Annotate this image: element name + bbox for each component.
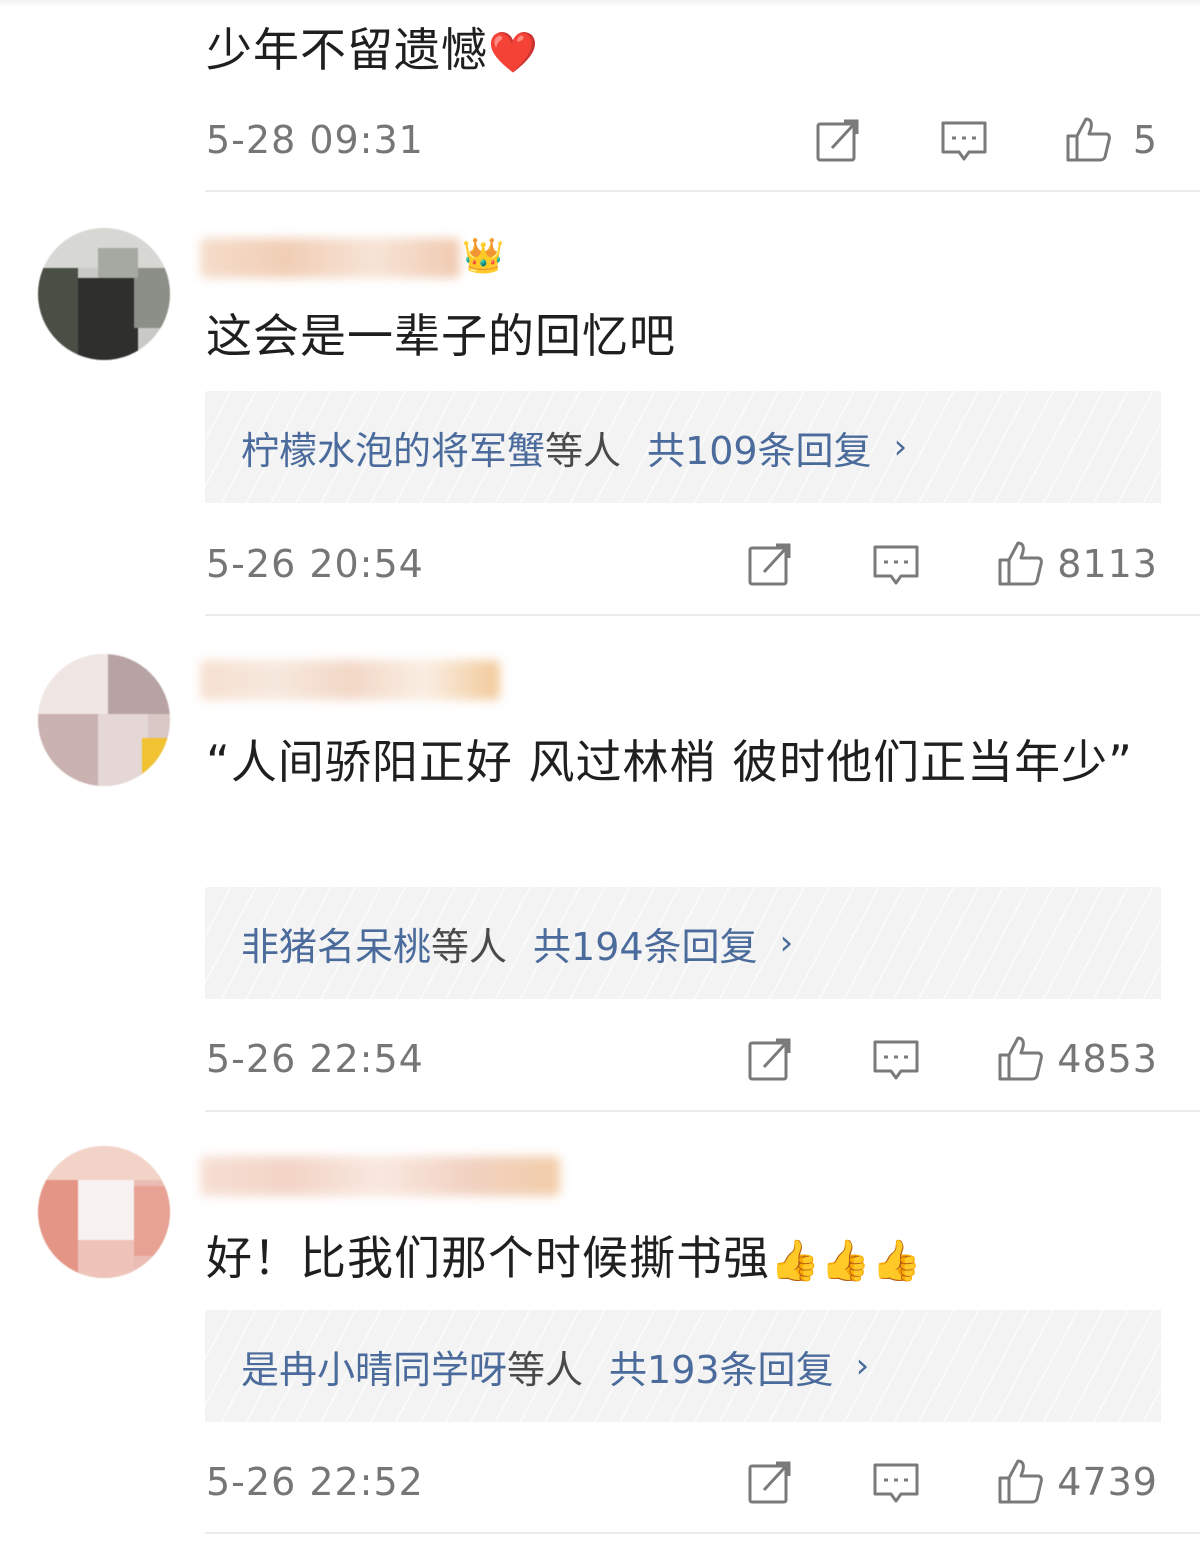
chevron-right-icon: ›	[779, 923, 794, 963]
chevron-right-icon: ›	[855, 1346, 870, 1386]
comment-meta: 5-26 22:52 4739	[206, 1452, 1166, 1512]
reply-user-names[interactable]: 是冉小晴同学呀	[241, 1339, 507, 1394]
avatar[interactable]	[38, 1146, 170, 1278]
comment-text-body: 少年不留遗憾	[206, 23, 488, 77]
like-count: 4739	[1057, 1460, 1158, 1504]
reply-count[interactable]: 共193条回复	[609, 1339, 834, 1394]
divider	[205, 614, 1200, 616]
repost-icon[interactable]	[744, 538, 796, 590]
avatar[interactable]	[38, 654, 170, 786]
like-count: 5	[1132, 118, 1158, 162]
reply-count[interactable]: 共194条回复	[533, 916, 758, 971]
timestamp: 5-28 09:31	[206, 118, 424, 162]
thumbs-up-icon[interactable]	[994, 538, 1046, 590]
comment-icon[interactable]	[870, 538, 922, 590]
reply-user-names[interactable]: 柠檬水泡的将军蟹	[241, 420, 545, 475]
timestamp: 5-26 22:52	[206, 1460, 424, 1504]
reply-suffix: 等人	[507, 1347, 584, 1392]
username-blurred[interactable]	[200, 1156, 560, 1196]
username-blurred[interactable]	[200, 238, 460, 278]
divider	[205, 1110, 1200, 1112]
divider	[205, 190, 1200, 192]
like-count: 8113	[1057, 542, 1158, 586]
repost-icon[interactable]	[744, 1456, 796, 1508]
comment-icon[interactable]	[938, 114, 990, 166]
timestamp: 5-26 22:54	[206, 1037, 424, 1081]
comment-meta: 5-28 09:31 5	[206, 110, 1166, 170]
chevron-right-icon: ›	[893, 427, 908, 467]
thumbs-up-emoji: 👍👍👍	[770, 1238, 923, 1284]
comment-icon[interactable]	[870, 1456, 922, 1508]
thumbs-up-icon[interactable]	[1062, 114, 1114, 166]
comment-icon[interactable]	[870, 1033, 922, 1085]
reply-summary[interactable]: 柠檬水泡的将军蟹 等人 共109条回复 ›	[205, 391, 1161, 503]
heart-emoji: ❤️	[488, 30, 539, 76]
repost-icon[interactable]	[744, 1033, 796, 1085]
like-count: 4853	[1057, 1037, 1158, 1081]
comment-text: 好！比我们那个时候撕书强👍👍👍	[206, 1220, 1146, 1299]
reply-summary[interactable]: 非猪名呆桃 等人 共194条回复 ›	[205, 887, 1161, 999]
comment-meta: 5-26 22:54 4853	[206, 1029, 1166, 1089]
avatar[interactable]	[38, 228, 170, 360]
reply-user-names[interactable]: 非猪名呆桃	[241, 916, 431, 971]
reply-summary[interactable]: 是冉小晴同学呀 等人 共193条回复 ›	[205, 1310, 1161, 1422]
comment-text: 这会是一辈子的回忆吧	[206, 309, 676, 363]
thumbs-up-icon[interactable]	[994, 1456, 1046, 1508]
crown-badge: 👑	[462, 236, 505, 276]
reply-suffix: 等人	[545, 428, 622, 473]
comment-text: 少年不留遗憾❤️	[206, 12, 1146, 91]
reply-suffix: 等人	[431, 924, 508, 969]
username-blurred[interactable]	[200, 660, 500, 700]
divider	[205, 1532, 1200, 1534]
repost-icon[interactable]	[812, 114, 864, 166]
comment-meta: 5-26 20:54 8113	[206, 534, 1166, 594]
comment-text: “人间骄阳正好 风过林梢 彼时他们正当年少”	[206, 735, 1133, 789]
timestamp: 5-26 20:54	[206, 542, 424, 586]
top-edge	[0, 0, 1200, 8]
reply-count[interactable]: 共109条回复	[647, 420, 872, 475]
thumbs-up-icon[interactable]	[994, 1033, 1046, 1085]
comment-text-body: 好！比我们那个时候撕书强	[206, 1231, 770, 1285]
